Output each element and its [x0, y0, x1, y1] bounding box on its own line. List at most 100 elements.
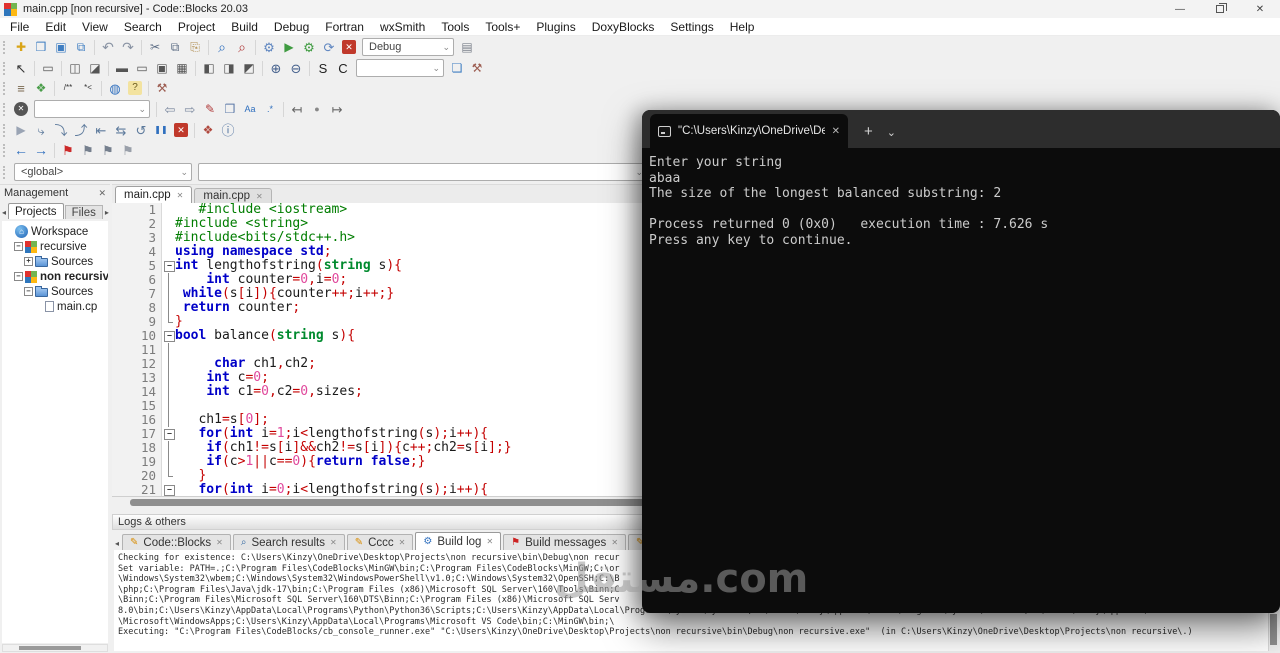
incremental-search-input[interactable]: ⌄: [34, 100, 150, 118]
terminal-output[interactable]: Enter your string abaa The size of the lon…: [642, 148, 1280, 613]
breakpoint-icon[interactable]: ●: [307, 100, 327, 118]
copy-icon[interactable]: ⧉: [165, 38, 185, 56]
zoom-out-icon[interactable]: ⊖: [286, 59, 306, 77]
close-icon[interactable]: ✕: [611, 538, 618, 547]
expander-icon[interactable]: +: [24, 257, 33, 266]
restore-button[interactable]: [1200, 0, 1240, 18]
toolbar-grip[interactable]: [3, 143, 8, 157]
menu-item-plugins[interactable]: Plugins: [528, 18, 583, 36]
next-bookmark-icon[interactable]: ⚑: [98, 141, 118, 159]
stop-debugger-icon[interactable]: ✕: [174, 123, 188, 137]
expander-icon[interactable]: −: [24, 287, 33, 296]
close-icon[interactable]: ✕: [177, 191, 184, 200]
menu-item-settings[interactable]: Settings: [662, 18, 721, 36]
scrollbar-thumb[interactable]: [1270, 614, 1277, 645]
step-into-instruction-icon[interactable]: ↺: [131, 121, 151, 139]
tree-item-non-recursive[interactable]: − non recursive: [2, 269, 108, 284]
regex-search-icon[interactable]: .*: [260, 100, 280, 118]
build-and-run-icon[interactable]: ⚙: [299, 38, 319, 56]
close-icon[interactable]: ✕: [330, 538, 337, 547]
tab-build-log[interactable]: ⚙ Build log ✕: [415, 532, 502, 550]
clear-search-icon[interactable]: ✕: [14, 102, 28, 116]
tab-code-blocks[interactable]: ✎ Code::Blocks ✕: [122, 534, 231, 550]
close-button[interactable]: ✕: [1240, 0, 1280, 18]
build-icon[interactable]: ⚙: [259, 38, 279, 56]
debug-info-icon[interactable]: ⓘ: [218, 121, 238, 139]
run-chm-icon[interactable]: ?: [128, 81, 142, 95]
find-in-files-icon[interactable]: ⌕: [232, 38, 252, 56]
split-horizontal-icon[interactable]: ◫: [65, 59, 85, 77]
toolbar-grip[interactable]: [3, 40, 8, 54]
wxsmith-settings-icon[interactable]: ⚒: [467, 59, 487, 77]
goto-previous-changed-line-icon[interactable]: ↤: [287, 100, 307, 118]
undo-icon[interactable]: ↶: [98, 38, 118, 56]
terminal-tab[interactable]: "C:\Users\Kinzy\OneDrive\De ✕: [650, 114, 848, 148]
toggle-bookmark-icon[interactable]: ⚑: [58, 141, 78, 159]
menu-item-tools[interactable]: Tools+: [477, 18, 528, 36]
run-html-icon[interactable]: ◍: [105, 79, 125, 97]
match-selection-icon[interactable]: ❒: [220, 100, 240, 118]
zoom-in-icon[interactable]: ⊕: [266, 59, 286, 77]
align-top-icon[interactable]: ▬: [112, 59, 132, 77]
find-icon[interactable]: ⌕: [212, 38, 232, 56]
break-debugger-icon[interactable]: ❚❚: [151, 121, 171, 139]
scroll-right-icon[interactable]: ▸: [104, 208, 110, 219]
block-comment-icon[interactable]: /**: [58, 79, 78, 97]
search-resource-icon[interactable]: ❏: [447, 59, 467, 77]
run-icon[interactable]: ▶: [279, 38, 299, 56]
menu-item-debug[interactable]: Debug: [266, 18, 317, 36]
next-instruction-icon[interactable]: ⇆: [111, 121, 131, 139]
menu-item-help[interactable]: Help: [722, 18, 763, 36]
tab-cccc[interactable]: ✎ Cccc ✕: [346, 534, 414, 550]
content-view-icon[interactable]: C: [333, 59, 353, 77]
extract-docs-icon[interactable]: ≡: [11, 79, 31, 97]
close-icon[interactable]: ✕: [486, 537, 493, 546]
doxyblocks-settings-icon[interactable]: ⚒: [152, 79, 172, 97]
tab-search-results[interactable]: ⌕ Search results ✕: [232, 534, 345, 550]
menu-item-wxsmith[interactable]: wxSmith: [372, 18, 433, 36]
align-middle-icon[interactable]: ▭: [132, 59, 152, 77]
close-icon[interactable]: ✕: [256, 192, 263, 201]
tree-item-sources[interactable]: − Sources: [2, 284, 108, 299]
fold-start-icon[interactable]: [162, 259, 175, 273]
tree-item-sources[interactable]: + Sources: [2, 254, 108, 269]
fold-start-icon[interactable]: [162, 483, 175, 496]
tab-projects[interactable]: Projects: [8, 203, 64, 219]
split-vertical-icon[interactable]: ◪: [85, 59, 105, 77]
expander-icon[interactable]: −: [14, 242, 23, 251]
menu-item-project[interactable]: Project: [170, 18, 223, 36]
fold-start-icon[interactable]: [162, 329, 175, 343]
doxyblocks-icon[interactable]: ❖: [31, 79, 51, 97]
fold-start-icon[interactable]: [162, 427, 175, 441]
compile-target-options-icon[interactable]: ▤: [457, 38, 477, 56]
toolbar-grip[interactable]: [3, 61, 8, 75]
toolbar-grip[interactable]: [3, 165, 8, 179]
expander-icon[interactable]: −: [14, 272, 23, 281]
window-resource-icon[interactable]: ▭: [38, 59, 58, 77]
menu-item-file[interactable]: File: [2, 18, 37, 36]
new-file-icon[interactable]: ✚: [11, 38, 31, 56]
rebuild-icon[interactable]: ⟳: [319, 38, 339, 56]
highlight-occurrences-icon[interactable]: ✎: [200, 100, 220, 118]
border-right-icon[interactable]: ◨: [219, 59, 239, 77]
clear-bookmarks-icon[interactable]: ⚑: [118, 141, 138, 159]
toolbar-grip[interactable]: [3, 102, 8, 116]
tree-item-workspace[interactable]: ⌂ Workspace: [2, 224, 108, 239]
menu-item-view[interactable]: View: [74, 18, 116, 36]
pointer-icon[interactable]: ↖: [11, 59, 31, 77]
save-all-icon[interactable]: ⧉: [71, 38, 91, 56]
debug-continue-icon[interactable]: ▶: [11, 121, 31, 139]
border-left-icon[interactable]: ◧: [199, 59, 219, 77]
align-bottom-icon[interactable]: ▣: [152, 59, 172, 77]
goto-next-changed-line-icon[interactable]: ↦: [327, 100, 347, 118]
menu-item-doxyblocks[interactable]: DoxyBlocks: [584, 18, 663, 36]
source-view-icon[interactable]: S: [313, 59, 333, 77]
scope-select[interactable]: <global> ⌄: [14, 163, 192, 181]
management-hscrollbar[interactable]: [2, 644, 108, 652]
redo-icon[interactable]: ↷: [118, 38, 138, 56]
menu-item-search[interactable]: Search: [116, 18, 170, 36]
wxsmith-resource-select[interactable]: ⌄: [356, 59, 444, 77]
menu-item-tools[interactable]: Tools: [433, 18, 477, 36]
minimize-button[interactable]: —: [1160, 0, 1200, 18]
next-line-icon[interactable]: ⤵: [51, 121, 71, 139]
